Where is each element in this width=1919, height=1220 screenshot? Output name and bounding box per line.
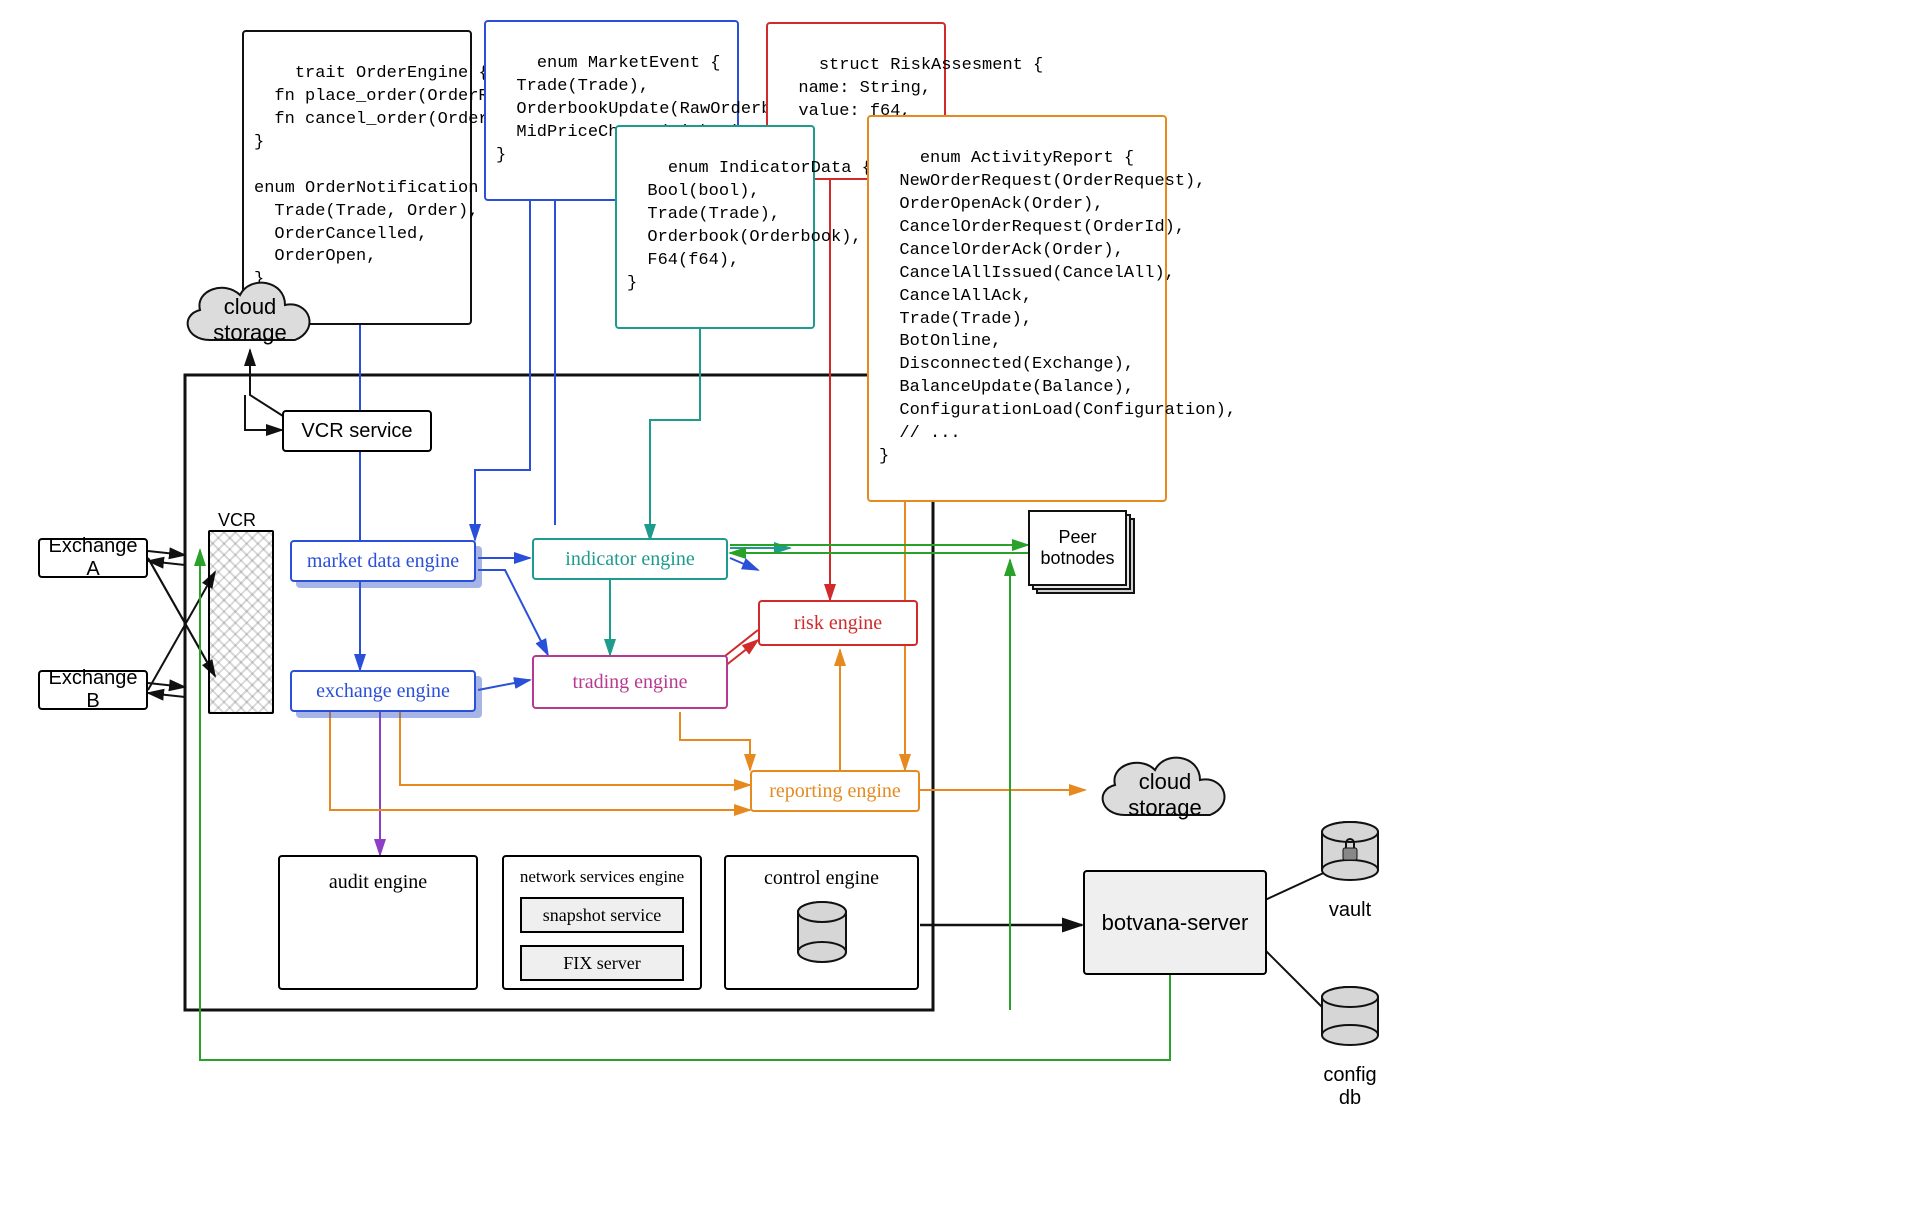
exchange-engine: exchange engine [290,670,476,712]
snapshot-service-box: snapshot service [520,897,684,933]
config-db-label: config db [1310,1064,1390,1110]
audit-engine: audit engine [278,855,478,990]
peer-botnodes: Peer botnodes [1028,510,1138,600]
fix-server-box: FIX server [520,945,684,981]
botvana-server: botvana-server [1083,870,1267,975]
cylinder-icon [1315,985,1385,1055]
snapshot-service-label: snapshot service [543,905,661,926]
vault-label: vault [1310,899,1390,922]
control-engine: control engine [724,855,919,990]
reporting-engine-label: reporting engine [769,780,901,803]
vcr-block [208,530,274,714]
risk-engine: risk engine [758,600,918,646]
market-data-engine-label: market data engine [307,550,459,573]
network-services-engine: network services engine snapshot service… [502,855,702,990]
peer-botnodes-label: Peer botnodes [1040,527,1114,569]
risk-engine-label: risk engine [794,612,882,635]
exchange-b-box: Exchange B [38,670,148,710]
cloud-label: cloud storage [1085,769,1245,821]
market-data-engine: market data engine [290,540,476,582]
cloud-storage-top: cloud storage [170,260,330,370]
cylinder-icon [792,900,852,970]
trading-engine-label: trading engine [573,671,688,694]
vcr-service-label: VCR service [301,420,412,443]
cylinder-icon [1315,820,1385,890]
config-db: config db [1310,985,1390,1110]
vcr-service-box: VCR service [282,410,432,452]
reporting-engine: reporting engine [750,770,920,812]
exchange-a-label: Exchange A [46,535,140,581]
vault-db: vault [1310,820,1390,922]
botvana-server-label: botvana-server [1102,910,1249,936]
vcr-label: VCR [218,510,256,531]
trading-engine: trading engine [532,655,728,709]
cloud-storage-right: cloud storage [1085,735,1245,845]
code-activity-report: enum ActivityReport { NewOrderRequest(Or… [867,115,1167,502]
network-services-engine-label: network services engine [510,867,694,887]
cloud-label: cloud storage [170,294,330,346]
indicator-engine-label: indicator engine [565,548,694,571]
fix-server-label: FIX server [563,953,640,974]
exchange-b-label: Exchange B [46,667,140,713]
indicator-engine: indicator engine [532,538,728,580]
exchange-a-box: Exchange A [38,538,148,578]
control-engine-label: control engine [732,867,911,890]
code-text: enum ActivityReport { NewOrderRequest(Or… [879,149,1236,466]
exchange-engine-label: exchange engine [316,680,450,703]
audit-engine-label: audit engine [329,871,427,894]
code-indicator-data: enum IndicatorData { Bool(bool), Trade(T… [615,125,815,329]
